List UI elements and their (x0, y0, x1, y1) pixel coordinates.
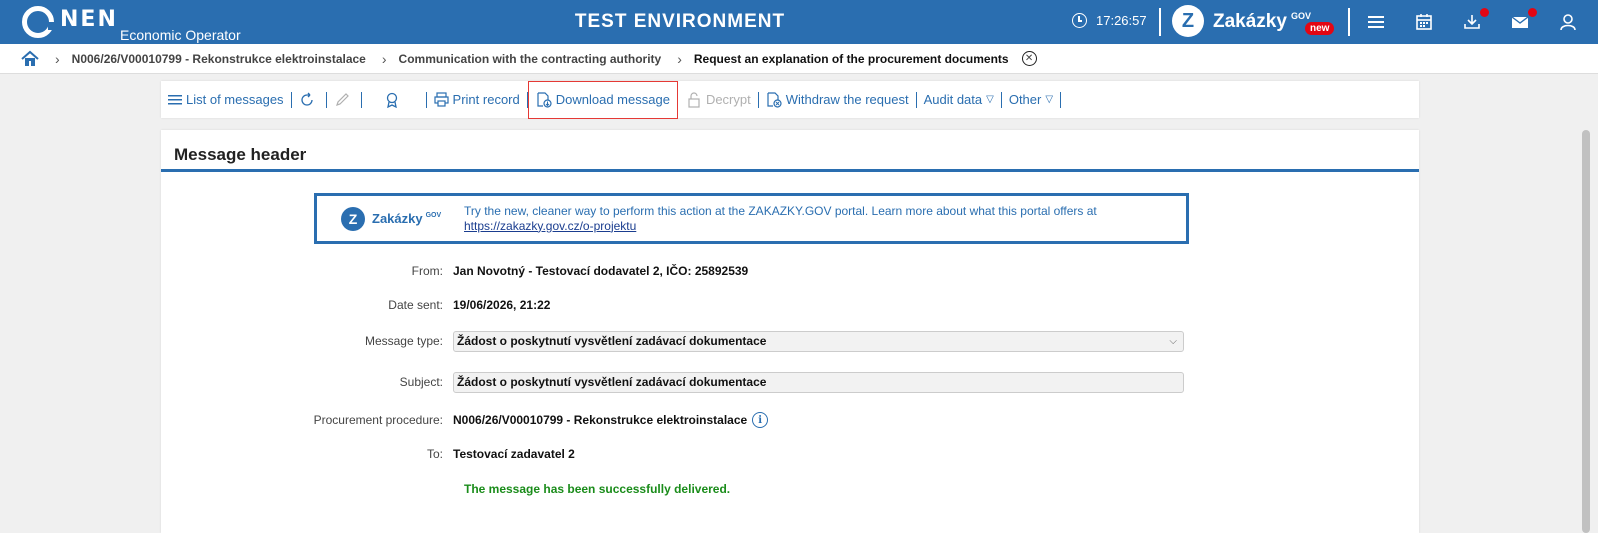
zakazky-promo-gov: GOV (425, 211, 442, 219)
message-header-panel: Message header Z Zakázky GOV Try the new… (161, 130, 1419, 533)
zakazky-logo-icon: Z (1172, 5, 1204, 37)
calendar-icon[interactable] (1414, 12, 1434, 32)
breadcrumb-current: Request an explanation of the procuremen… (693, 51, 1009, 66)
subject-value: Žádost o poskytnutí vysvětlení zadávací … (457, 375, 767, 389)
mail-icon[interactable] (1510, 12, 1530, 32)
audit-data-dropdown[interactable]: Audit data ▽ (917, 81, 1001, 118)
clock-time: 17:26:57 (1096, 13, 1147, 28)
promo-link[interactable]: https://zakazky.gov.cz/o-projektu (464, 219, 1097, 234)
info-icon[interactable]: i (752, 412, 769, 428)
user-icon[interactable] (1558, 12, 1578, 32)
procurement-procedure-label: Procurement procedure: (313, 413, 443, 427)
from-label: From: (411, 264, 443, 278)
new-badge: new (1305, 22, 1335, 35)
to-label: To: (426, 447, 443, 461)
toolbar: List of messages Print record Download m… (161, 80, 1419, 119)
refresh-button[interactable] (292, 81, 326, 118)
date-sent-row: Date sent: 19/06/2026, 21:22 (161, 294, 1419, 316)
procurement-procedure-text: N006/26/V00010799 - Rekonstrukce elektro… (453, 413, 748, 427)
environment-title: TEST ENVIRONMENT (574, 11, 786, 32)
separator (1060, 91, 1062, 108)
chevron-right-icon: › (55, 50, 60, 67)
message-type-select[interactable]: Žádost o poskytnutí vysvětlení zadávací … (453, 330, 1184, 352)
edit-button[interactable] (327, 81, 361, 118)
promo-text: Try the new, cleaner way to perform this… (464, 203, 1097, 218)
triangle-down-icon: ▽ (1045, 94, 1054, 105)
zakazky-name: Zakázky (1213, 11, 1287, 32)
download-tray-icon[interactable] (1462, 12, 1482, 32)
withdraw-request-label: Withdraw the request (785, 92, 909, 107)
refresh-icon (300, 92, 313, 106)
other-dropdown[interactable]: Other ▽ (1002, 81, 1060, 118)
page-scrollbar[interactable] (1582, 130, 1590, 533)
decrypt-label: Decrypt (705, 92, 751, 107)
delivery-status: The message has been successfully delive… (464, 482, 731, 496)
zakazky-gov-label: GOV (1290, 11, 1311, 21)
list-icon (168, 94, 182, 104)
session-clock: 17:26:57 (1072, 13, 1147, 28)
triangle-down-icon: ▽ (986, 94, 994, 105)
divider (1348, 8, 1350, 36)
subject-field[interactable]: Žádost o poskytnutí vysvětlení zadávací … (453, 371, 1184, 393)
divider (1159, 8, 1161, 36)
panel-title: Message header (161, 130, 1419, 172)
print-record-button[interactable]: Print record (427, 81, 527, 118)
download-message-label: Download message (555, 92, 670, 107)
date-sent-label: Date sent: (388, 298, 443, 312)
pencil-icon (335, 92, 349, 106)
zakazky-portal-link[interactable]: Z Zakázky GOV new (1172, 5, 1335, 37)
menu-icon[interactable] (1366, 12, 1386, 32)
zakazky-promo-logo[interactable]: Z Zakázky GOV (341, 206, 464, 231)
message-type-label: Message type: (364, 334, 443, 348)
list-of-messages-label: List of messages (186, 92, 284, 107)
withdraw-request-button[interactable]: Withdraw the request (759, 81, 916, 118)
notification-dot (1528, 8, 1537, 17)
download-message-button[interactable]: Download message (527, 80, 678, 119)
list-of-messages-button[interactable]: List of messages (161, 81, 291, 118)
award-icon (386, 92, 397, 108)
printer-icon (433, 92, 449, 107)
clock-icon (1072, 13, 1087, 28)
to-value: Testovací zadavatel 2 (453, 447, 575, 461)
procurement-procedure-value: N006/26/V00010799 - Rekonstrukce elektro… (453, 412, 769, 428)
document-download-icon (537, 91, 552, 108)
zakazky-promo-name: Zakázky (372, 211, 423, 226)
breadcrumb-procedure[interactable]: N006/26/V00010799 - Rekonstrukce elektro… (72, 52, 366, 66)
message-type-row: Message type: Žádost o poskytnutí vysvět… (161, 330, 1419, 352)
top-bar: NEN Economic Operator TEST ENVIRONMENT 1… (0, 0, 1598, 44)
document-withdraw-icon (767, 91, 782, 108)
date-sent-value: 19/06/2026, 21:22 (453, 298, 551, 312)
unlock-icon (688, 91, 700, 108)
from-row: From: Jan Novotný - Testovací dodavatel … (161, 260, 1419, 282)
close-tab-icon[interactable]: ✕ (1021, 51, 1037, 66)
subject-row: Subject: Žádost o poskytnutí vysvětlení … (161, 371, 1419, 393)
print-record-label: Print record (452, 92, 520, 107)
from-value: Jan Novotný - Testovací dodavatel 2, IČO… (453, 264, 749, 278)
notification-dot (1480, 8, 1489, 17)
promo-text-block: Try the new, cleaner way to perform this… (464, 204, 1097, 234)
chevron-right-icon: › (677, 50, 682, 67)
message-type-value: Žádost o poskytnutí vysvětlení zadávací … (457, 334, 767, 348)
zakazky-promo-banner: Z Zakázky GOV Try the new, cleaner way t… (314, 193, 1189, 244)
home-icon[interactable] (21, 50, 39, 68)
to-row: To: Testovací zadavatel 2 (161, 443, 1419, 465)
decrypt-button[interactable]: Decrypt (678, 81, 758, 118)
breadcrumb: › N006/26/V00010799 - Rekonstrukce elekt… (0, 44, 1598, 74)
zakazky-logo-icon: Z (341, 206, 365, 231)
procurement-procedure-row: Procurement procedure: N006/26/V00010799… (161, 409, 1419, 431)
chevron-right-icon: › (381, 50, 387, 67)
subject-label: Subject: (399, 375, 443, 389)
chevron-down-icon: ⌵ (1169, 335, 1177, 347)
certificate-button[interactable] (362, 81, 426, 118)
audit-data-label: Audit data (923, 92, 983, 107)
other-label: Other (1008, 92, 1042, 107)
breadcrumb-communication[interactable]: Communication with the contracting autho… (399, 52, 662, 66)
